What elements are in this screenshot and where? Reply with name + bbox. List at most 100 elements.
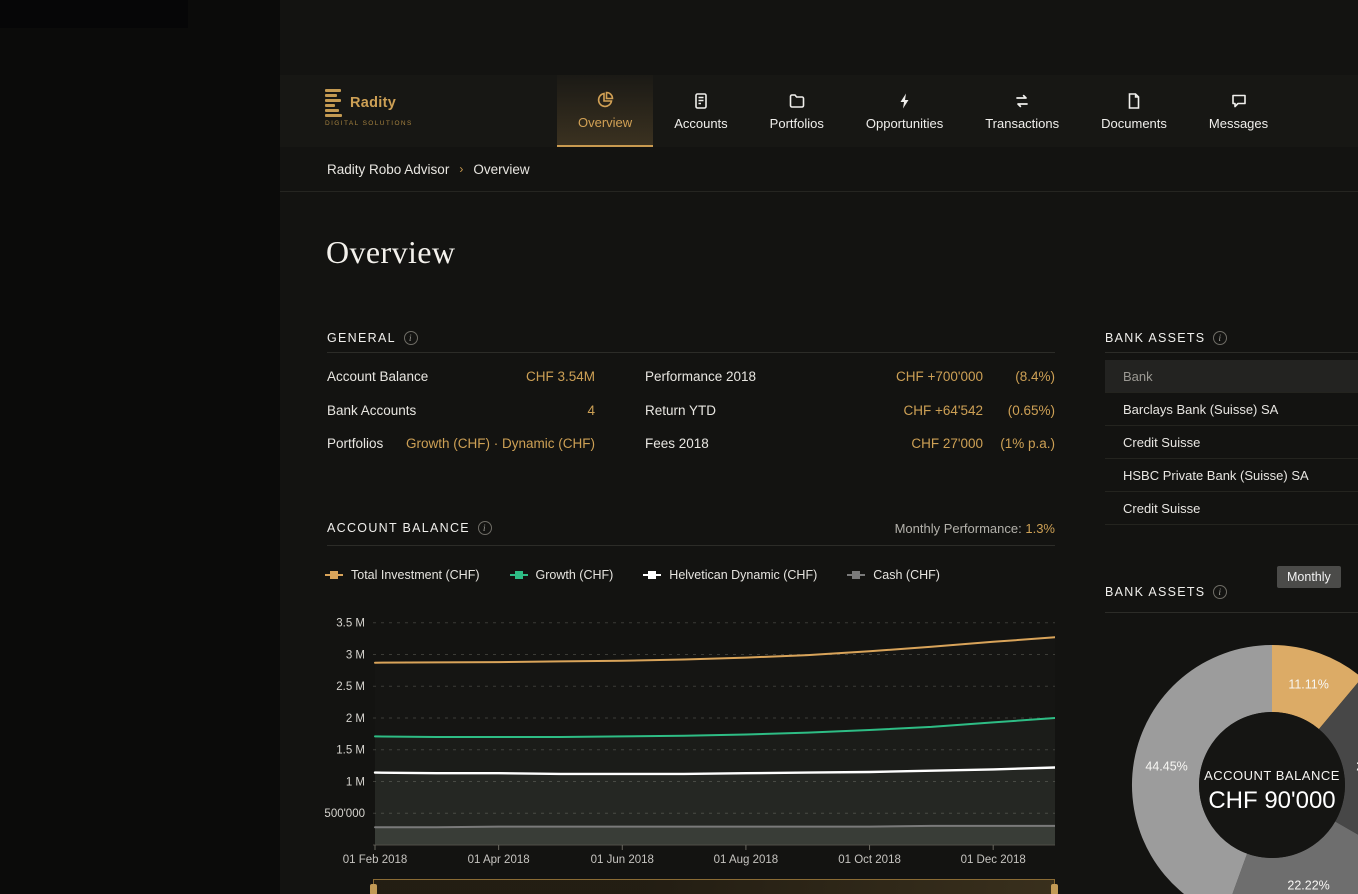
nav-item-label: Messages bbox=[1209, 116, 1268, 131]
info-icon[interactable]: i bbox=[1213, 585, 1227, 599]
stat-extra-value: (8.4%) bbox=[983, 369, 1055, 384]
bank-list-header-row[interactable]: Bank bbox=[1105, 360, 1358, 393]
stat-extra-value: (1% p.a.) bbox=[983, 436, 1055, 451]
nav-item-label: Portfolios bbox=[770, 116, 824, 131]
legend-marker-icon bbox=[325, 574, 343, 576]
x-axis-tick-label: 01 Oct 2018 bbox=[838, 854, 901, 866]
app-window: Radity DIGITAL SOLUTIONS Overview Account… bbox=[280, 0, 1358, 894]
general-stats-right: Performance 2018 CHF +700'000(8.4%) Return… bbox=[645, 360, 1055, 461]
y-axis-tick-label: 1.5 M bbox=[336, 745, 365, 757]
breadcrumb: Radity Robo Advisor › Overview bbox=[280, 147, 1358, 192]
stat-label: Performance 2018 bbox=[645, 369, 756, 384]
legend-item[interactable]: Growth (CHF) bbox=[510, 568, 614, 582]
page-title: Overview bbox=[326, 234, 455, 271]
nav-item-accounts[interactable]: Accounts bbox=[653, 75, 748, 147]
nav-item-portfolios[interactable]: Portfolios bbox=[749, 75, 845, 147]
monthly-performance-value: 1.3% bbox=[1025, 521, 1055, 536]
radity-logo-icon bbox=[325, 89, 342, 117]
nav-item-label: Accounts bbox=[674, 116, 727, 131]
monthly-performance: Monthly Performance: 1.3% bbox=[327, 521, 1055, 536]
lightning-icon bbox=[896, 92, 914, 110]
folder-icon bbox=[788, 92, 806, 110]
donut-slice-label: 22.22% bbox=[1287, 879, 1329, 893]
general-title-text: GENERAL bbox=[327, 331, 396, 345]
y-axis-tick-label: 500'000 bbox=[324, 808, 365, 820]
brand-name: Radity bbox=[350, 95, 396, 111]
bank-assets-donut-section-title: BANK ASSETS i bbox=[1105, 585, 1227, 599]
bank-assets-title-text: BANK ASSETS bbox=[1105, 331, 1205, 345]
bank-list-row[interactable]: Credit Suisse bbox=[1105, 426, 1358, 459]
stat-row: Bank Accounts4 bbox=[327, 394, 595, 428]
chart-legend: Total Investment (CHF) Growth (CHF) Helvet… bbox=[325, 568, 965, 582]
legend-label: Growth (CHF) bbox=[536, 568, 614, 582]
legend-item[interactable]: Total Investment (CHF) bbox=[325, 568, 480, 582]
stat-row: Return YTDCHF +64'542(0.65%) bbox=[645, 394, 1055, 428]
nav-item-messages[interactable]: Messages bbox=[1188, 75, 1289, 147]
info-icon[interactable]: i bbox=[1213, 331, 1227, 345]
general-section-title: GENERAL i bbox=[327, 331, 418, 345]
stat-row: Portfolios Growth (CHF) · Dynamic (CHF) bbox=[327, 427, 595, 461]
legend-item[interactable]: Helvetican Dynamic (CHF) bbox=[643, 568, 817, 582]
donut-slice-label: 11.11% bbox=[1288, 678, 1329, 692]
nav-item-label: Opportunities bbox=[866, 116, 943, 131]
nav-item-label: Documents bbox=[1101, 116, 1167, 131]
chat-bubble-icon bbox=[1230, 92, 1248, 110]
y-axis-tick-label: 3.5 M bbox=[336, 618, 365, 630]
top-nav-bar: Radity DIGITAL SOLUTIONS Overview Account… bbox=[280, 75, 1358, 147]
receipt-icon bbox=[692, 92, 710, 110]
legend-item[interactable]: Cash (CHF) bbox=[847, 568, 940, 582]
stat-value: CHF 3.54M bbox=[526, 369, 595, 384]
donut-center-value: CHF 90'000 bbox=[1208, 787, 1335, 814]
divider bbox=[1105, 352, 1358, 353]
pie-chart-icon bbox=[596, 91, 614, 109]
legend-marker-icon bbox=[643, 574, 661, 576]
legend-marker-icon bbox=[510, 574, 528, 576]
x-axis-tick-label: 01 Aug 2018 bbox=[714, 854, 779, 866]
stat-value: Growth (CHF) · Dynamic (CHF) bbox=[406, 436, 595, 451]
info-icon[interactable]: i bbox=[404, 331, 418, 345]
stat-row: Performance 2018 CHF +700'000(8.4%) bbox=[645, 360, 1055, 394]
bank-list-row[interactable]: HSBC Private Bank (Suisse) SA bbox=[1105, 459, 1358, 492]
bank-list-row[interactable]: Credit Suisse bbox=[1105, 492, 1358, 525]
bank-assets-section-title: BANK ASSETS i bbox=[1105, 331, 1227, 345]
brush-handle-left[interactable] bbox=[370, 884, 377, 894]
divider bbox=[327, 545, 1055, 546]
donut-center bbox=[1199, 712, 1345, 858]
legend-label: Helvetican Dynamic (CHF) bbox=[669, 568, 817, 582]
divider bbox=[1105, 612, 1358, 613]
bank-assets-donut-chart: 11.11%22.22%22.22%44.45% ACCOUNT BALANCE… bbox=[1122, 645, 1358, 894]
breadcrumb-root[interactable]: Radity Robo Advisor bbox=[327, 162, 449, 177]
nav-item-documents[interactable]: Documents bbox=[1080, 75, 1188, 147]
nav-item-opportunities[interactable]: Opportunities bbox=[845, 75, 964, 147]
legend-label: Cash (CHF) bbox=[873, 568, 940, 582]
divider bbox=[327, 352, 1055, 353]
nav-item-label: Overview bbox=[578, 115, 632, 130]
stat-label: Portfolios bbox=[327, 436, 383, 451]
brand-tagline: DIGITAL SOLUTIONS bbox=[325, 120, 413, 127]
y-axis-tick-label: 1 M bbox=[346, 776, 365, 788]
x-axis-tick-label: 01 Feb 2018 bbox=[343, 854, 408, 866]
stat-extra-value: (0.65%) bbox=[983, 403, 1055, 418]
range-monthly-button[interactable]: Monthly bbox=[1277, 566, 1341, 588]
x-axis-tick-label: 01 Jun 2018 bbox=[591, 854, 654, 866]
nav-item-overview[interactable]: Overview bbox=[557, 75, 653, 147]
stat-label: Account Balance bbox=[327, 369, 428, 384]
legend-label: Total Investment (CHF) bbox=[351, 568, 480, 582]
bank-assets-donut-title-text: BANK ASSETS bbox=[1105, 585, 1205, 599]
stat-value: CHF +700'000 bbox=[896, 369, 983, 384]
top-left-dark-region bbox=[0, 0, 188, 28]
stat-value: CHF +64'542 bbox=[904, 403, 984, 418]
brush-handle-right[interactable] bbox=[1051, 884, 1058, 894]
donut-center-label: ACCOUNT BALANCE bbox=[1204, 768, 1340, 783]
monthly-performance-label: Monthly Performance: bbox=[895, 521, 1022, 536]
time-range-brush[interactable] bbox=[373, 879, 1055, 894]
breadcrumb-current: Overview bbox=[473, 162, 529, 177]
donut-slice-label: 44.45% bbox=[1145, 759, 1187, 773]
brand-logo[interactable]: Radity DIGITAL SOLUTIONS bbox=[325, 89, 413, 127]
nav-item-transactions[interactable]: Transactions bbox=[964, 75, 1080, 147]
swap-arrows-icon bbox=[1013, 92, 1031, 110]
bank-list-row[interactable]: Barclays Bank (Suisse) SA bbox=[1105, 393, 1358, 426]
stat-value: 4 bbox=[587, 403, 595, 418]
x-axis-tick-label: 01 Dec 2018 bbox=[961, 854, 1026, 866]
general-stats-left: Account BalanceCHF 3.54MBank Accounts4Po… bbox=[327, 360, 595, 461]
